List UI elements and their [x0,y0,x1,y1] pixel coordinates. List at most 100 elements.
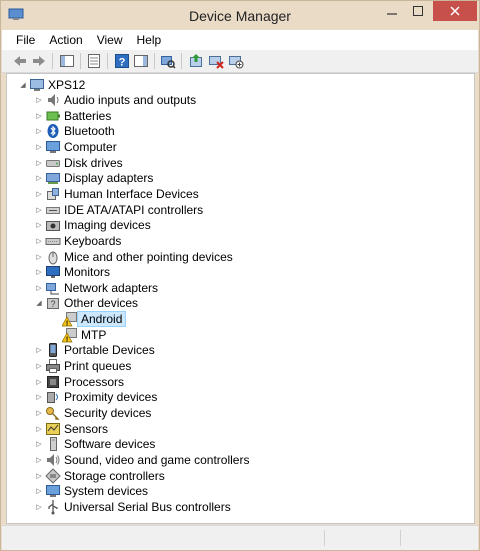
expand-arrow-icon[interactable]: ▷ [34,421,44,437]
tree-root-label: XPS12 [48,78,86,92]
expand-arrow-icon[interactable]: ▷ [34,202,44,218]
expand-arrow-icon[interactable]: ▷ [34,264,44,280]
tree-item-label: Network adapters [64,280,159,295]
security-key-icon [46,407,60,420]
device-tree[interactable]: ◢ XPS12 ▷ Audio inputs and outputs ▷ Batter… [6,73,475,524]
monitor-icon [46,266,60,279]
camera-icon [46,221,60,232]
maximize-button[interactable] [405,1,431,21]
tree-item-label: Mice and other pointing devices [64,249,233,264]
expand-arrow-icon[interactable]: ▷ [34,139,44,155]
expand-arrow-icon[interactable]: ▷ [34,123,44,139]
collapse-arrow-icon[interactable]: ◢ [18,77,28,93]
ide-controller-icon [46,206,60,214]
expand-arrow-icon[interactable]: ▷ [34,499,44,515]
toolbar-separator [154,53,155,69]
minimize-button[interactable] [379,1,405,21]
display-adapter-icon [46,173,60,185]
expand-arrow-icon[interactable]: ▷ [34,249,44,265]
tree-item-label: Proximity devices [64,390,158,405]
tree-item-label: Bluetooth [64,124,115,139]
disk-drive-icon [46,159,60,167]
portable-device-icon [49,343,57,358]
close-icon [450,6,460,16]
expand-arrow-icon[interactable]: ▷ [34,468,44,484]
expand-arrow-icon[interactable]: ▷ [34,170,44,186]
tree-item-label: Security devices [64,406,152,420]
title-bar[interactable]: Device Manager [1,1,479,30]
proximity-icon [47,392,58,404]
expand-arrow-icon[interactable]: ▷ [34,358,44,374]
expand-arrow-icon[interactable]: ▷ [34,342,44,358]
computer-root-icon [30,79,44,91]
tree-item-label: Sound, video and game controllers [64,452,250,467]
expand-arrow-icon[interactable]: ▷ [34,186,44,202]
toolbar-separator [181,53,182,69]
computer-icon [46,140,60,153]
disable-device-icon[interactable] [228,53,244,69]
properties-icon[interactable] [86,53,102,69]
menu-help[interactable]: Help [130,33,169,47]
expand-arrow-icon[interactable]: ▷ [34,217,44,233]
expand-arrow-icon[interactable]: ▷ [34,389,44,405]
tree-item-label: Imaging devices [64,218,151,233]
usb-icon [48,499,58,515]
tree-item-label: Disk drives [64,155,123,170]
svg-text:?: ? [50,299,55,309]
tree-item-label: Display adapters [64,171,154,186]
other-devices-icon: ? [47,298,59,310]
printer-icon [46,359,60,374]
tree-item-label: Print queues [64,359,132,374]
toolbar-separator [80,53,81,69]
network-adapter-icon [46,282,59,295]
warning-device-icon: ! [62,327,77,343]
status-bar-divider [400,530,401,546]
scan-hardware-changes-icon[interactable] [160,53,176,69]
expand-arrow-icon[interactable]: ▷ [34,374,44,390]
toolbar-separator [52,53,53,69]
expand-arrow-icon[interactable]: ▷ [34,280,44,296]
storage-controller-icon [45,467,61,484]
menu-file[interactable]: File [2,33,42,47]
battery-icon [46,111,60,121]
tree-item-label: Portable Devices [64,343,155,358]
tree-item-label: Other devices [64,296,139,311]
tree-item-label: Keyboards [64,233,122,248]
hid-icon [47,187,59,200]
mouse-icon [48,251,58,264]
expand-arrow-icon[interactable]: ▷ [34,436,44,452]
processor-icon [47,375,59,388]
tree-child-label: MTP [81,327,107,342]
expand-arrow-icon[interactable]: ▷ [34,155,44,171]
tree-item-label: Universal Serial Bus controllers [64,499,231,514]
tree-item-label: Storage controllers [64,468,165,483]
expand-arrow-icon[interactable]: ▷ [34,452,44,468]
expand-arrow-icon[interactable]: ▷ [34,483,44,499]
update-driver-icon[interactable] [188,53,204,69]
software-device-icon [50,437,57,452]
close-button[interactable] [433,1,477,21]
minimize-icon [387,13,397,15]
expand-arrow-icon[interactable]: ▷ [34,405,44,421]
tree-child-label: Android [77,311,127,328]
menu-bar: File Action View Help [2,30,478,50]
action-pane-icon[interactable] [133,53,149,69]
menu-action[interactable]: Action [42,33,89,47]
tree-item-label: Human Interface Devices [64,186,199,201]
forward-icon[interactable] [31,53,47,69]
collapse-arrow-icon[interactable]: ◢ [34,295,44,311]
tree-item-label: System devices [64,484,149,499]
tree-item-label: IDE ATA/ATAPI controllers [64,202,204,217]
help-icon[interactable]: ? [114,53,130,69]
show-hide-console-tree-icon[interactable] [59,53,75,69]
back-icon[interactable] [12,53,28,69]
tree-item-label: Sensors [64,421,109,436]
expand-arrow-icon[interactable]: ▷ [34,233,44,249]
expand-arrow-icon[interactable]: ▷ [34,108,44,124]
keyboard-icon [45,237,61,245]
uninstall-device-icon[interactable] [208,53,224,69]
menu-view[interactable]: View [90,33,130,47]
expand-arrow-icon[interactable]: ▷ [34,92,44,108]
tree-item-label: Monitors [64,265,111,280]
system-device-icon [46,485,60,498]
